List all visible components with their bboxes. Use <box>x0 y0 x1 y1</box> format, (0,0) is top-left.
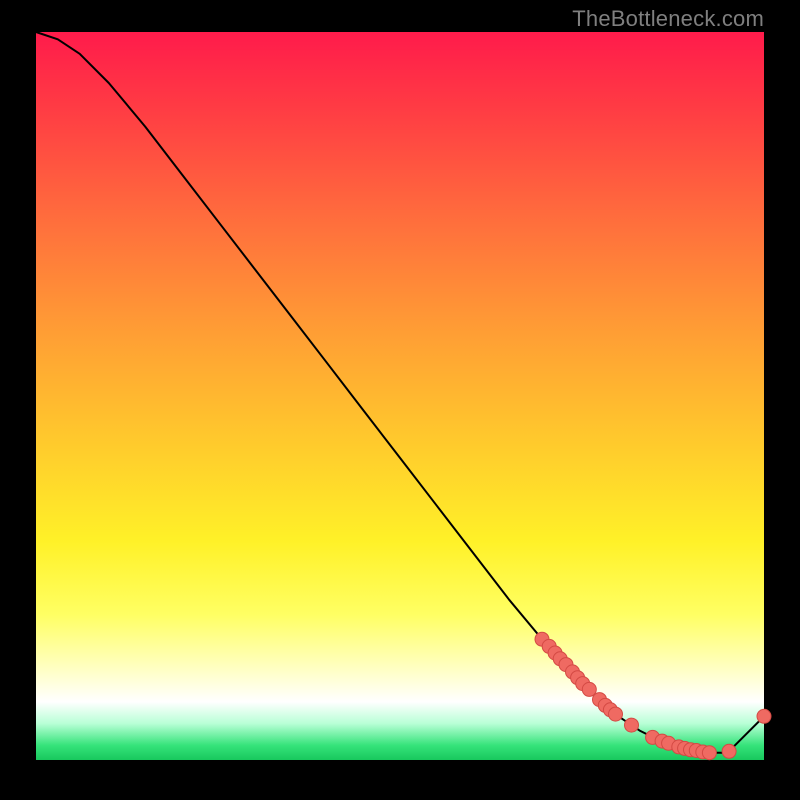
data-marker <box>609 707 623 721</box>
data-marker <box>625 718 639 732</box>
chart-stage: TheBottleneck.com <box>0 0 800 800</box>
plot-area <box>36 32 764 760</box>
attribution-text: TheBottleneck.com <box>572 6 764 32</box>
marker-group <box>535 632 771 760</box>
chart-svg <box>36 32 764 760</box>
data-marker <box>722 744 736 758</box>
data-marker <box>757 709 771 723</box>
data-marker <box>702 746 716 760</box>
bottleneck-curve <box>36 32 764 753</box>
